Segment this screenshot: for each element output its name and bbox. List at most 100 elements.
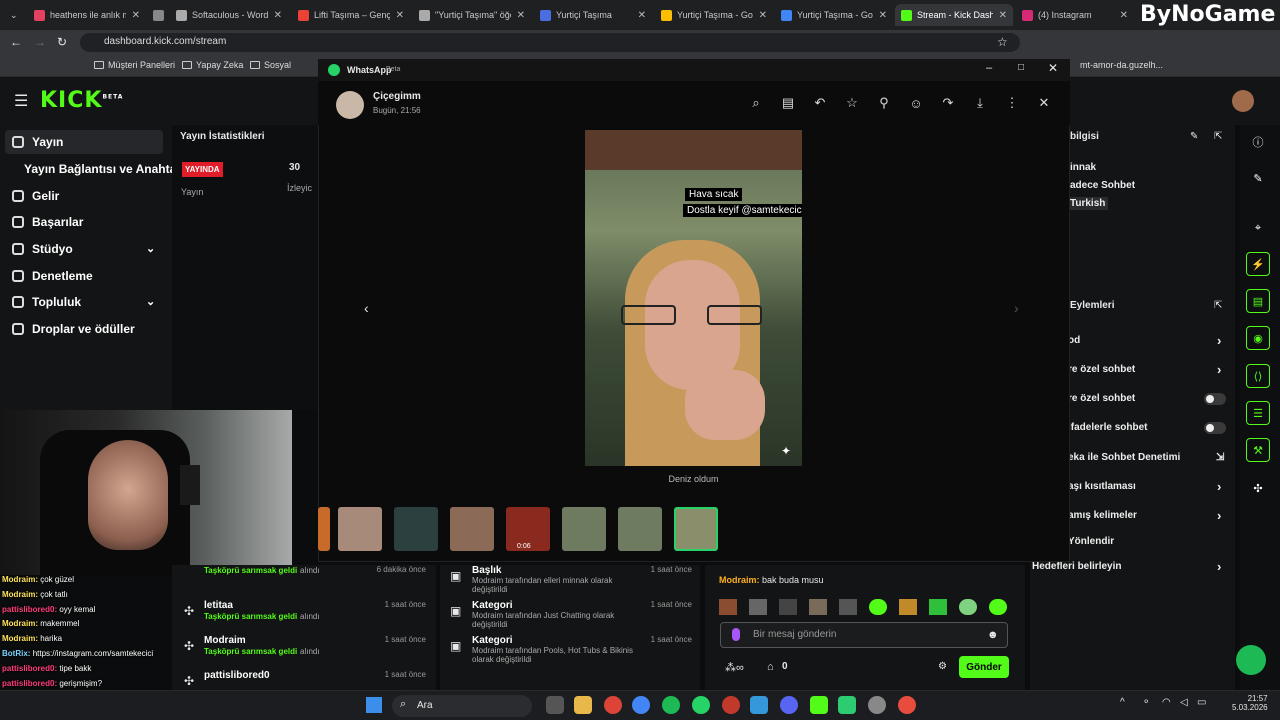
obs-icon[interactable] bbox=[898, 696, 916, 714]
sidebar-item[interactable]: Gelir bbox=[12, 189, 59, 203]
popout-icon[interactable]: ⇱ bbox=[1214, 300, 1222, 311]
action-row[interactable]: Hedefleri belirleyin bbox=[1032, 561, 1121, 572]
chrome-icon[interactable] bbox=[632, 696, 650, 714]
chat-bubble-icon[interactable]: ◉ bbox=[1246, 326, 1270, 350]
action-row[interactable]: re özel sohbet bbox=[1068, 364, 1135, 375]
settings-gear-icon[interactable]: ⚙ bbox=[938, 661, 947, 672]
close-tab-icon[interactable]: ✕ bbox=[999, 10, 1007, 21]
minimize-icon[interactable]: – bbox=[986, 62, 992, 74]
action-row[interactable]: amış kelimeler bbox=[1068, 510, 1137, 521]
broadcast-icon[interactable]: ⟨⟩ bbox=[1246, 364, 1270, 388]
bookmark-folder[interactable]: Müşteri Panelleri bbox=[94, 60, 175, 70]
close-viewer-icon[interactable]: ✕ bbox=[1036, 95, 1052, 111]
chevron-right-icon[interactable]: › bbox=[1217, 479, 1221, 494]
windows-start-icon[interactable] bbox=[366, 697, 382, 713]
emote[interactable] bbox=[989, 599, 1007, 615]
pencil-icon[interactable]: ✎ bbox=[1246, 166, 1270, 190]
chrome-icon[interactable] bbox=[604, 696, 622, 714]
browser-tab[interactable]: heathens ile anlık m ✕ bbox=[28, 4, 146, 26]
target-icon[interactable]: ⌖ bbox=[1246, 216, 1270, 240]
browser-tab[interactable]: (4) Instagram ✕ bbox=[1016, 4, 1134, 26]
browser-tab[interactable] bbox=[147, 4, 167, 26]
tab-list-button[interactable]: ⌄ bbox=[4, 4, 26, 26]
sidebar-item[interactable]: Topluluk ⌄ bbox=[12, 295, 155, 309]
tray-chevron-icon[interactable]: ^ bbox=[1120, 697, 1125, 708]
sidebar-item[interactable]: Yayın Bağlantısı ve Anahtarı bbox=[24, 162, 184, 176]
url-input[interactable]: dashboard.kick.com/stream bbox=[80, 33, 1020, 52]
app-icon[interactable] bbox=[838, 696, 856, 714]
bookmark-folder[interactable]: Sosyal bbox=[250, 60, 291, 70]
media-thumbnail[interactable] bbox=[450, 507, 494, 551]
contact-avatar[interactable] bbox=[336, 91, 364, 119]
menu-icon[interactable]: ☰ bbox=[14, 91, 28, 111]
media-thumbnail[interactable] bbox=[618, 507, 662, 551]
close-icon[interactable]: ✕ bbox=[1048, 61, 1058, 75]
lightning-icon[interactable]: ⚡ bbox=[1246, 252, 1270, 276]
emoji-icon[interactable]: ☻ bbox=[987, 629, 999, 641]
volume-icon[interactable]: ◁ bbox=[1180, 697, 1188, 708]
chevron-right-icon[interactable]: › bbox=[1217, 362, 1221, 377]
emote[interactable] bbox=[899, 599, 917, 615]
mic-tray-icon[interactable]: ⚬ bbox=[1142, 697, 1150, 708]
edit-icon[interactable]: ✎ bbox=[1190, 131, 1198, 142]
external-icon[interactable]: ⇲ bbox=[1216, 452, 1224, 463]
sidebar-item[interactable]: Başarılar bbox=[12, 215, 83, 229]
list-icon[interactable]: ☰ bbox=[1246, 401, 1270, 425]
toggle-switch[interactable] bbox=[1204, 393, 1226, 405]
media-thumbnail[interactable] bbox=[562, 507, 606, 551]
close-tab-icon[interactable]: ✕ bbox=[274, 10, 282, 21]
close-tab-icon[interactable]: ✕ bbox=[1120, 10, 1128, 21]
forward-icon[interactable]: → bbox=[34, 35, 46, 49]
whatsapp-taskbar-icon[interactable] bbox=[692, 696, 710, 714]
browser-tab[interactable]: Lifti Taşıma – Genç ✕ bbox=[292, 4, 410, 26]
browser-tab[interactable]: Yurtiçi Taşıma ✕ bbox=[534, 4, 652, 26]
message-icon[interactable]: ▤ bbox=[780, 95, 796, 111]
emote[interactable] bbox=[809, 599, 827, 615]
prev-arrow-icon[interactable]: ‹ bbox=[364, 300, 369, 316]
emote[interactable] bbox=[869, 599, 887, 615]
browser-tab[interactable]: Yurtiçi Taşıma - Goo ✕ bbox=[775, 4, 893, 26]
action-row[interactable]: aşı kısıtlaması bbox=[1068, 481, 1136, 492]
zoom-in-icon[interactable]: ⌕ bbox=[748, 95, 764, 111]
reply-icon[interactable]: ↶ bbox=[812, 95, 828, 111]
emote[interactable] bbox=[839, 599, 857, 615]
wifi-icon[interactable]: ◠ bbox=[1162, 697, 1171, 708]
back-icon[interactable]: ← bbox=[10, 35, 22, 49]
media-thumbnail[interactable] bbox=[318, 507, 330, 551]
task-view-icon[interactable] bbox=[546, 696, 564, 714]
chevron-right-icon[interactable]: › bbox=[1217, 559, 1221, 574]
media-thumbnail[interactable] bbox=[338, 507, 382, 551]
app-icon[interactable] bbox=[868, 696, 886, 714]
chat-input[interactable]: Bir mesaj gönderin bbox=[720, 622, 1008, 648]
toggle-switch[interactable] bbox=[1204, 422, 1226, 434]
discord-icon[interactable] bbox=[780, 696, 798, 714]
star-icon[interactable]: ☆ bbox=[844, 95, 860, 111]
sidebar-item[interactable]: Yayın bbox=[12, 135, 63, 149]
action-row[interactable]: eka ile Sohbet Denetimi bbox=[1068, 452, 1180, 463]
taskbar-search[interactable]: ⌕ Ara bbox=[392, 695, 532, 717]
info-icon[interactable]: ⓘ bbox=[1246, 130, 1270, 154]
kick-taskbar-icon[interactable] bbox=[810, 696, 828, 714]
emote[interactable] bbox=[959, 599, 977, 615]
apps-icon[interactable]: ✣ bbox=[1246, 476, 1270, 500]
sidebar-item[interactable]: Droplar ve ödüller bbox=[12, 322, 135, 336]
chevron-right-icon[interactable]: › bbox=[1217, 333, 1221, 348]
sidebar-item[interactable]: Stüdyo ⌄ bbox=[12, 242, 155, 256]
download-icon[interactable]: ⤓ bbox=[972, 95, 988, 111]
action-row[interactable]: re özel sohbet bbox=[1068, 393, 1135, 404]
close-tab-icon[interactable]: ✕ bbox=[759, 10, 767, 21]
support-icon[interactable] bbox=[1236, 645, 1266, 675]
close-tab-icon[interactable]: ✕ bbox=[396, 10, 404, 21]
next-arrow-icon[interactable]: › bbox=[1014, 300, 1019, 316]
emote[interactable] bbox=[719, 599, 737, 615]
mic-icon[interactable] bbox=[732, 628, 740, 641]
spotify-icon[interactable] bbox=[662, 696, 680, 714]
close-tab-icon[interactable]: ✕ bbox=[517, 10, 525, 21]
browser-tab[interactable]: Yurtiçi Taşıma - Goo ✕ bbox=[655, 4, 773, 26]
sidebar-item[interactable]: Denetleme bbox=[12, 269, 93, 283]
maximize-icon[interactable]: □ bbox=[1018, 62, 1024, 73]
avatar[interactable] bbox=[1232, 90, 1254, 112]
browser-tab[interactable]: Stream - Kick Dashb ✕ bbox=[895, 4, 1013, 26]
browser-tab[interactable]: "Yurtiçi Taşıma" öğe ✕ bbox=[413, 4, 531, 26]
bookmark-folder[interactable]: Yapay Zeka bbox=[182, 60, 243, 70]
